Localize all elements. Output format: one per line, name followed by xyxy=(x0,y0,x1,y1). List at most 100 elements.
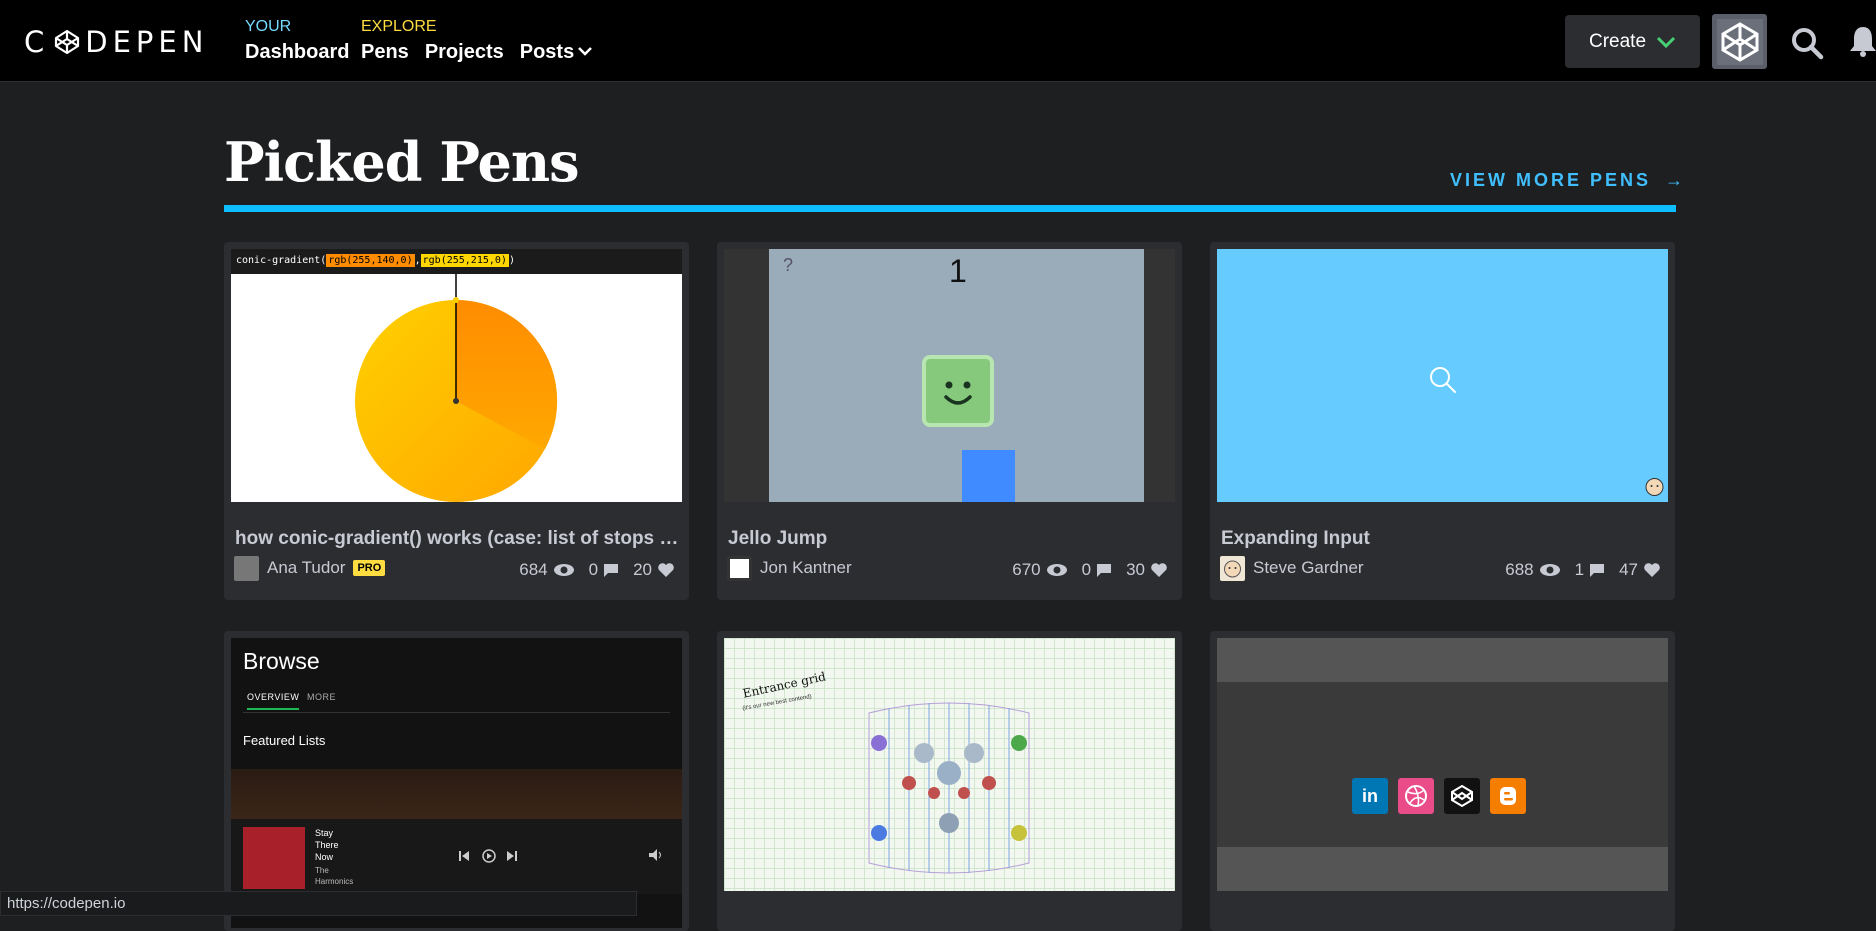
eye-icon xyxy=(1539,564,1560,576)
pen-card[interactable]: in xyxy=(1210,631,1675,931)
nav-explore: EXPLORE Pens Projects Posts xyxy=(361,17,574,65)
code-stop1: rgb(255,140,0) xyxy=(326,254,415,267)
author-name[interactable]: Ana Tudor xyxy=(267,558,345,578)
icon-bar-top xyxy=(1217,638,1668,682)
pen-preview[interactable]: ? 1 xyxy=(724,249,1175,502)
pen-title[interactable]: Jello Jump xyxy=(728,528,1173,550)
pen-stats: 684 0 20 xyxy=(519,560,675,580)
logo-text-depen: DEPEN xyxy=(85,25,209,59)
comments-count: 0 xyxy=(588,560,599,579)
author-name[interactable]: Steve Gardner xyxy=(1253,558,1364,578)
nav-posts[interactable]: Posts xyxy=(520,39,574,65)
views-count: 684 xyxy=(519,560,548,579)
view-more-pens-link[interactable]: VIEW MORE PENS → xyxy=(1450,170,1686,191)
heart-icon xyxy=(1151,563,1167,577)
pen-preview[interactable]: conic-gradient(rgb(255,140,0), rgb(255,21… xyxy=(231,249,682,502)
chevron-down-icon[interactable] xyxy=(578,46,592,56)
your-label: YOUR xyxy=(245,18,292,35)
status-url: https://codepen.io xyxy=(0,891,637,916)
likes-count: 30 xyxy=(1126,560,1145,579)
view-more-label: VIEW MORE PENS xyxy=(1450,170,1652,190)
eye-icon xyxy=(1046,564,1067,576)
icon-bar-bottom xyxy=(1217,847,1668,891)
search-icon xyxy=(1430,367,1456,393)
comments-stat[interactable]: 1 xyxy=(1575,560,1605,580)
track-artist-line: The xyxy=(315,866,329,875)
likes-count: 47 xyxy=(1619,560,1638,579)
code-sep: , xyxy=(414,255,421,266)
heart-icon xyxy=(1644,563,1660,577)
author-name[interactable]: Jon Kantner xyxy=(760,558,852,578)
comments-stat[interactable]: 0 xyxy=(589,560,619,580)
user-avatar[interactable] xyxy=(1712,14,1767,69)
avatar xyxy=(727,555,752,581)
author-row[interactable]: Ana Tudor PRO xyxy=(234,554,386,582)
tabs-divider xyxy=(243,712,670,713)
pen-card[interactable]: ? 1 Jello Jump Jon Kantner 670 0 30 xyxy=(717,242,1182,600)
pen-preview[interactable]: in xyxy=(1217,638,1668,891)
eye-icon xyxy=(553,564,574,576)
dribbble-icon[interactable] xyxy=(1398,778,1434,814)
comments-stat[interactable]: 0 xyxy=(1082,560,1112,580)
author-row[interactable]: Jon Kantner xyxy=(727,554,852,582)
code-stop2: rgb(255,215,0) xyxy=(420,254,509,267)
player-bar: Stay There Now The Harmonics xyxy=(231,819,682,894)
pen-preview[interactable]: Browse OVERVIEW MORE Featured Lists Stay… xyxy=(231,638,682,928)
pen-card[interactable]: conic-gradient(rgb(255,140,0), rgb(255,21… xyxy=(224,242,689,600)
codepen-cube-icon xyxy=(55,29,80,55)
create-button[interactable]: Create xyxy=(1565,15,1700,68)
heart-icon xyxy=(658,563,674,577)
section-divider xyxy=(224,205,1676,212)
pen-preview[interactable] xyxy=(1217,249,1668,502)
bell-icon[interactable] xyxy=(1848,24,1876,58)
views-stat: 684 xyxy=(519,560,574,580)
code-close: ) xyxy=(508,255,515,266)
pen-card[interactable]: Entrance grid (it's our new best contend… xyxy=(717,631,1182,931)
codepen-logo[interactable]: C DEPEN xyxy=(24,24,208,60)
views-stat: 688 xyxy=(1505,560,1560,580)
blogger-icon[interactable] xyxy=(1490,778,1526,814)
pen-preview[interactable]: Entrance grid (it's our new best contend… xyxy=(724,638,1175,891)
avatar-icon xyxy=(1716,18,1763,65)
code-label: conic-gradient(rgb(255,140,0), rgb(255,21… xyxy=(231,249,682,274)
nav-pens[interactable]: Pens xyxy=(361,39,409,65)
smiley-block xyxy=(922,355,994,427)
likes-stat[interactable]: 47 xyxy=(1619,560,1661,580)
comment-icon xyxy=(604,563,619,577)
pen-card[interactable]: Expanding Input Steve Gardner 688 1 47 xyxy=(1210,242,1675,600)
code-prefix: conic-gradient( xyxy=(236,255,327,266)
nav-dashboard[interactable]: Dashboard xyxy=(245,39,349,65)
nav-your: YOUR Dashboard xyxy=(245,17,349,65)
chevron-down-icon xyxy=(1656,36,1676,48)
pen-card[interactable]: Browse OVERVIEW MORE Featured Lists Stay… xyxy=(224,631,689,931)
avatar xyxy=(1220,555,1245,581)
volume-icon xyxy=(649,849,661,861)
likes-stat[interactable]: 20 xyxy=(633,560,675,580)
pen-title[interactable]: Expanding Input xyxy=(1221,528,1666,550)
linkedin-icon[interactable]: in xyxy=(1352,778,1388,814)
avatar xyxy=(234,555,259,581)
likes-stat[interactable]: 30 xyxy=(1126,560,1168,580)
score-label: 1 xyxy=(949,253,967,289)
pen-stats: 688 1 47 xyxy=(1505,560,1661,580)
create-label: Create xyxy=(1588,30,1647,52)
track-title-line: Now xyxy=(315,852,334,862)
views-count: 688 xyxy=(1505,560,1534,579)
codepen-icon[interactable] xyxy=(1444,778,1480,814)
conic-pie-illustration xyxy=(355,274,558,502)
likes-count: 20 xyxy=(633,560,652,579)
views-count: 670 xyxy=(1012,560,1041,579)
search-icon[interactable] xyxy=(1790,26,1824,60)
track-title-line: There xyxy=(315,840,339,850)
track-title: Stay There Now xyxy=(315,827,339,863)
track-title-line: Stay xyxy=(315,828,334,838)
album-art xyxy=(243,827,305,889)
featured-banner xyxy=(231,769,682,819)
browse-heading: Browse xyxy=(243,648,320,674)
nav-projects[interactable]: Projects xyxy=(425,39,504,65)
author-row[interactable]: Steve Gardner xyxy=(1220,554,1364,582)
pro-badge: PRO xyxy=(353,560,386,576)
featured-lists-label: Featured Lists xyxy=(243,733,326,748)
pen-title[interactable]: how conic-gradient() works (case: list o… xyxy=(235,528,680,550)
page-title: Picked Pens xyxy=(224,130,580,194)
